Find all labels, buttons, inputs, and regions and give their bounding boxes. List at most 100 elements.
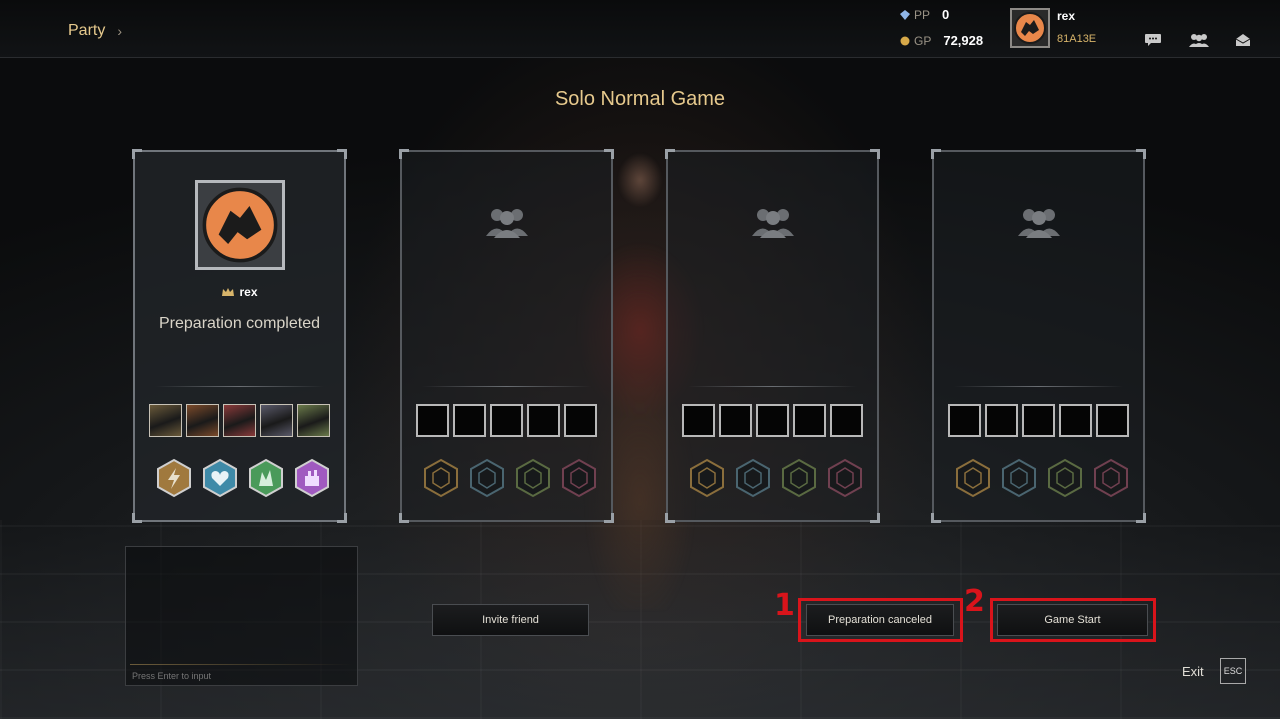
wolf-emblem-icon [202, 187, 278, 263]
divider [155, 386, 324, 387]
frame-corner [604, 513, 614, 523]
skill-icon[interactable] [247, 458, 285, 498]
frame-corner [1136, 149, 1146, 159]
party-slot-empty[interactable] [399, 149, 614, 523]
annotation-marker: 2 [964, 584, 985, 619]
champion-portrait[interactable] [297, 404, 330, 437]
pp-crystal-icon [900, 9, 910, 20]
empty-champion-box [1059, 404, 1092, 437]
party-slot-empty[interactable] [931, 149, 1146, 523]
empty-champion-box [453, 404, 486, 437]
invite-friend-button[interactable]: Invite friend [432, 604, 589, 636]
gp-coin-icon [900, 36, 910, 45]
highlight-box [798, 598, 963, 642]
frame-corner [931, 513, 941, 523]
champion-list [149, 404, 330, 437]
friends-icon[interactable] [1187, 32, 1211, 48]
skill-list [155, 458, 331, 498]
empty-skill-icon [954, 458, 992, 498]
skill-list [954, 458, 1130, 498]
empty-skill-icon [468, 458, 506, 498]
member-avatar[interactable] [195, 180, 285, 270]
empty-champion-box [1096, 404, 1129, 437]
empty-champion-box [793, 404, 826, 437]
empty-champion-box [564, 404, 597, 437]
frame-corner [1136, 513, 1146, 523]
pp-currency: PP 0 [900, 7, 949, 22]
party-slot-empty[interactable] [665, 149, 880, 523]
chevron-right-icon: › [117, 23, 123, 39]
empty-skill-icon [1000, 458, 1038, 498]
skill-icon[interactable] [293, 458, 331, 498]
party-slot-leader: rex Preparation completed [132, 149, 347, 523]
divider [688, 386, 857, 387]
frame-corner [870, 513, 880, 523]
gp-value: 72,928 [943, 33, 984, 48]
empty-champion-box [490, 404, 523, 437]
exit-label[interactable]: Exit [1182, 664, 1204, 679]
frame-corner [132, 513, 142, 523]
top-bar: Party › PP 0 GP 72,928 rex 81A13E [0, 0, 1280, 58]
profile-name: rex [1057, 9, 1076, 23]
frame-corner [931, 149, 941, 159]
member-status: Preparation completed [159, 315, 320, 332]
member-name: rex [239, 285, 258, 299]
empty-skill-icon [560, 458, 598, 498]
chat-divider [130, 664, 353, 665]
empty-skill-icon [688, 458, 726, 498]
chat-panel [125, 546, 358, 686]
empty-skill-icon [826, 458, 864, 498]
empty-champion-box [682, 404, 715, 437]
frame-corner [132, 149, 142, 159]
annotation-marker: 1 [774, 588, 795, 623]
esc-key-button[interactable]: ESC [1220, 658, 1246, 684]
frame-corner [665, 513, 675, 523]
skill-icon[interactable] [201, 458, 239, 498]
empty-skill-icon [422, 458, 460, 498]
champion-list [416, 404, 597, 437]
profile-code: 81A13E [1057, 33, 1097, 45]
frame-corner [665, 149, 675, 159]
champion-list [682, 404, 863, 437]
empty-party-icon [1018, 209, 1060, 238]
empty-skill-icon [780, 458, 818, 498]
mail-icon[interactable] [1234, 32, 1252, 48]
empty-champion-box [1022, 404, 1055, 437]
champion-portrait[interactable] [223, 404, 256, 437]
empty-champion-box [527, 404, 560, 437]
crown-icon [222, 288, 235, 296]
member-name-row: rex [135, 285, 344, 299]
champion-portrait[interactable] [186, 404, 219, 437]
frame-corner [337, 149, 347, 159]
frame-corner [604, 149, 614, 159]
empty-champion-box [719, 404, 752, 437]
frame-corner [337, 513, 347, 523]
pp-value: 0 [942, 7, 950, 22]
empty-skill-icon [1092, 458, 1130, 498]
highlight-box [990, 598, 1156, 642]
wolf-emblem-icon [1014, 12, 1046, 44]
champion-portrait[interactable] [260, 404, 293, 437]
breadcrumb-label[interactable]: Party [68, 22, 105, 40]
empty-champion-box [985, 404, 1018, 437]
champion-portrait[interactable] [149, 404, 182, 437]
empty-party-icon [486, 209, 528, 238]
pp-label: PP [914, 7, 931, 22]
breadcrumb[interactable]: Party › [68, 22, 122, 40]
divider [422, 386, 591, 387]
profile-avatar[interactable] [1010, 8, 1050, 48]
skill-icon[interactable] [155, 458, 193, 498]
skill-list [422, 458, 598, 498]
gp-currency: GP 72,928 [900, 33, 983, 48]
champion-list [948, 404, 1129, 437]
empty-champion-box [830, 404, 863, 437]
empty-champion-box [416, 404, 449, 437]
gp-label: GP [914, 33, 932, 48]
chat-input[interactable] [132, 671, 352, 681]
chat-icon[interactable] [1143, 32, 1163, 48]
empty-champion-box [948, 404, 981, 437]
divider [954, 386, 1123, 387]
frame-corner [399, 149, 409, 159]
empty-skill-icon [514, 458, 552, 498]
empty-skill-icon [734, 458, 772, 498]
